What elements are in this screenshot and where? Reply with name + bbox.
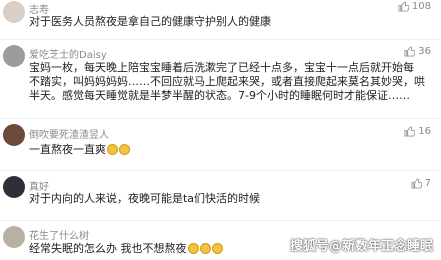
thumbs-up-icon — [404, 126, 416, 137]
like-count: 16 — [418, 126, 431, 137]
thumbs-up-icon — [404, 46, 416, 57]
comment-username[interactable]: 花生了什么树 — [29, 227, 89, 242]
watermark: 搜狐号@新数年正念睡眠 — [289, 239, 433, 254]
comment-text: 一直熬夜一直爽 — [29, 143, 106, 156]
comment-text-line: 半天。感觉每天睡觉就是半梦半醒的状态。7-9个小时的睡眠何时才能保证…… — [29, 89, 410, 102]
like-count: 7 — [424, 178, 431, 189]
sad-emoji-icon — [199, 243, 211, 254]
comment-text: 对于医务人员熬夜是拿自己的健康守护别人的健康 — [29, 15, 271, 28]
comment-text: 对于内向的人来说，夜晚可能是ta们快活的时候 — [29, 192, 261, 205]
avatar[interactable] — [3, 45, 25, 67]
avatar[interactable] — [3, 124, 25, 146]
divider — [0, 170, 441, 171]
grin-emoji-icon — [107, 144, 118, 155]
like-button[interactable]: 108 — [398, 1, 431, 12]
thumbs-up-icon — [411, 178, 422, 189]
avatar[interactable] — [3, 1, 25, 23]
like-count: 36 — [418, 46, 431, 57]
avatar[interactable] — [3, 176, 25, 198]
avatar[interactable] — [3, 226, 25, 248]
like-button[interactable]: 16 — [404, 126, 431, 137]
divider — [0, 118, 441, 119]
divider — [0, 220, 441, 221]
comment-username[interactable]: 爱吃芝士的Daisy — [29, 46, 107, 61]
like-button[interactable]: 7 — [411, 178, 431, 189]
sad-emoji-icon — [211, 243, 223, 254]
comment-text-line: 宝妈一枚，每天晚上陪宝宝睡着后洗漱完了已经十点多，宝宝十一点后就开始每 — [29, 61, 414, 74]
comment-username[interactable]: 真好 — [29, 178, 49, 193]
divider — [0, 39, 441, 40]
like-count: 108 — [411, 1, 431, 12]
like-button[interactable]: 36 — [404, 46, 431, 57]
grin-emoji-icon — [119, 144, 130, 155]
comment-username[interactable]: 倒吹要死渣渣昱人 — [29, 126, 109, 141]
comment-text-line: 不踏实，叫妈妈妈妈……不回应就马上爬起来哭，或者直接爬起来莫名其妙哭，哄 — [29, 75, 425, 88]
sad-emoji-icon — [187, 243, 199, 254]
thumbs-up-icon — [398, 1, 409, 12]
comment-text: 经常失眠的怎么办 我也不想熬夜 — [29, 242, 187, 255]
comment-username[interactable]: 志寿 — [29, 1, 49, 16]
